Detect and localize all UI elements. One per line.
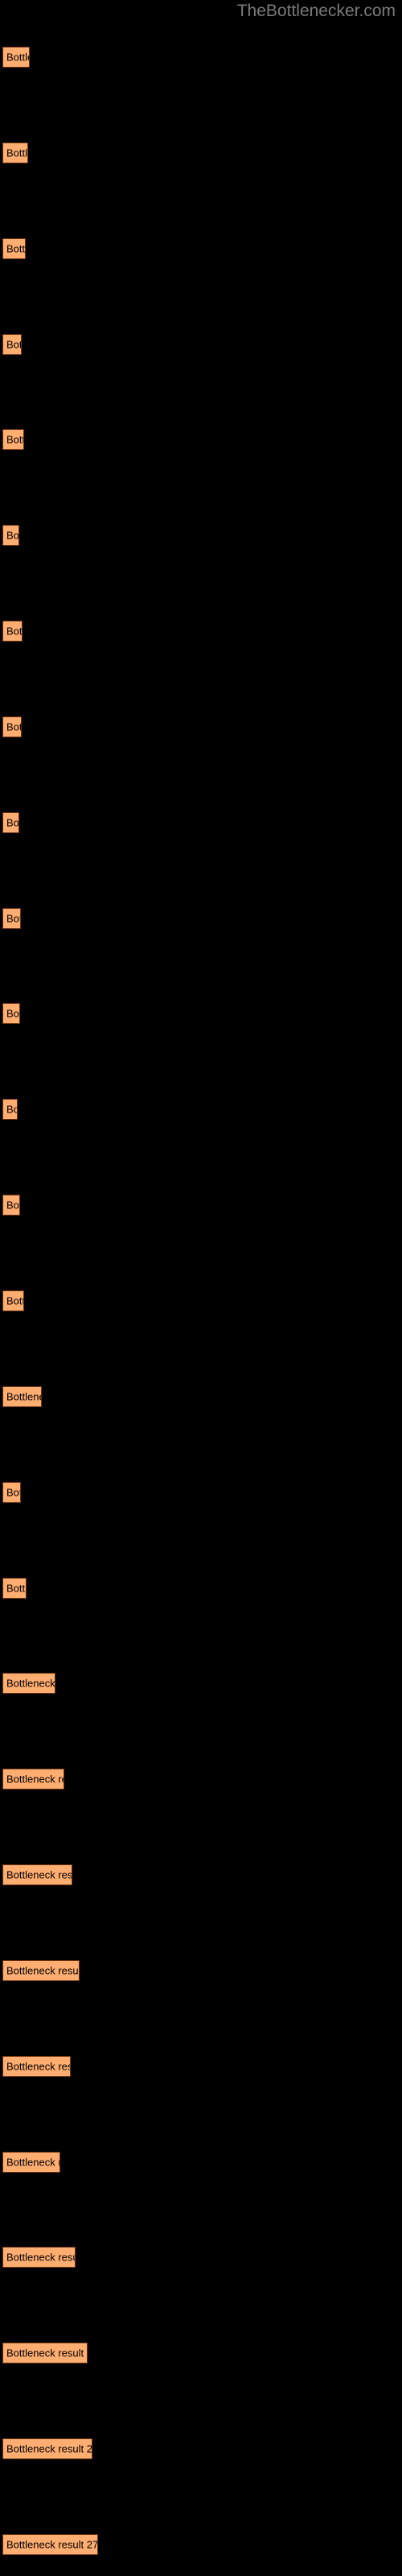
bar[interactable]: Bottleneck result 19 bbox=[2, 1769, 64, 1790]
bar-row: Bottleneck result 3 bbox=[0, 238, 402, 259]
bar-label: Bottleneck result 4 bbox=[6, 338, 21, 351]
bar-row: Bottleneck result 16 bbox=[0, 1482, 402, 1503]
bar-row: Bottleneck result 26 bbox=[0, 2438, 402, 2459]
bar-row: Bottleneck result 13 bbox=[0, 1195, 402, 1216]
bar-row: Bottleneck result 8 bbox=[0, 716, 402, 737]
bar-label: Bottleneck result 12 bbox=[6, 1103, 17, 1116]
bar[interactable]: Bottleneck result 4 bbox=[2, 334, 22, 355]
bar[interactable]: Bottleneck result 23 bbox=[2, 2152, 60, 2173]
bar-label: Bottleneck result 24 bbox=[6, 2251, 75, 2264]
bar-label: Bottleneck result 23 bbox=[6, 2156, 59, 2169]
bar[interactable]: Bottleneck result 26 bbox=[2, 2438, 92, 2459]
bar-label: Bottleneck result 8 bbox=[6, 720, 21, 733]
bar[interactable]: Bottleneck result 15 bbox=[2, 1386, 42, 1407]
bar-label: Bottleneck result 7 bbox=[6, 625, 23, 638]
bar[interactable]: Bottleneck result 16 bbox=[2, 1482, 21, 1503]
bar-label: Bottleneck result 5 bbox=[6, 433, 23, 446]
bar-label: Bottleneck result 16 bbox=[6, 1486, 20, 1499]
bar-row: Bottleneck result 22 bbox=[0, 2056, 402, 2077]
bar-label: Bottleneck result 15 bbox=[6, 1390, 41, 1403]
bar[interactable]: Bottleneck result 13 bbox=[2, 1195, 20, 1216]
bar-label: Bottleneck result 19 bbox=[6, 1773, 64, 1785]
bar-row: Bottleneck result 19 bbox=[0, 1769, 402, 1790]
bar-label: Bottleneck result 11 bbox=[6, 1007, 19, 1020]
bar[interactable]: Bottleneck result 27 bbox=[2, 2534, 98, 2555]
bar-row: Bottleneck result 25 bbox=[0, 2343, 402, 2363]
bar-label: Bottleneck result 1 bbox=[6, 51, 29, 64]
bar-row: Bottleneck result 14 bbox=[0, 1290, 402, 1311]
bar[interactable]: Bottleneck result 14 bbox=[2, 1290, 24, 1311]
bar-row: Bottleneck result 20 bbox=[0, 1864, 402, 1885]
bar[interactable]: Bottleneck result 10 bbox=[2, 908, 21, 929]
bar[interactable]: Bottleneck result 17 bbox=[2, 1578, 27, 1599]
bar-row: Bottleneck result 5 bbox=[0, 429, 402, 450]
bar[interactable]: Bottleneck result 2 bbox=[2, 142, 28, 163]
bar-row: Bottleneck result 27 bbox=[0, 2534, 402, 2555]
bar-label: Bottleneck result 14 bbox=[6, 1294, 23, 1307]
bar-label: Bottleneck result 2 bbox=[6, 147, 28, 159]
bar[interactable]: Bottleneck result 18 bbox=[2, 1673, 55, 1694]
bar-label: Bottleneck result 18 bbox=[6, 1677, 55, 1690]
bar-label: Bottleneck result 27 bbox=[6, 2538, 98, 2551]
bar[interactable]: Bottleneck result 7 bbox=[2, 621, 23, 642]
bar-label: Bottleneck result 13 bbox=[6, 1199, 19, 1212]
bar-row: Bottleneck result 11 bbox=[0, 1003, 402, 1024]
bar-label: Bottleneck result 10 bbox=[6, 912, 20, 925]
bar-label: Bottleneck result 25 bbox=[6, 2347, 87, 2359]
bar-label: Bottleneck result 17 bbox=[6, 1582, 27, 1595]
bar[interactable]: Bottleneck result 20 bbox=[2, 1864, 72, 1885]
bar-row: Bottleneck result 4 bbox=[0, 334, 402, 355]
bar-label: Bottleneck result 6 bbox=[6, 529, 19, 542]
bar-label: Bottleneck result 22 bbox=[6, 2060, 70, 2073]
bar[interactable]: Bottleneck result 22 bbox=[2, 2056, 71, 2077]
bar-row: Bottleneck result 1 bbox=[0, 47, 402, 68]
bar[interactable]: Bottleneck result 24 bbox=[2, 2247, 76, 2268]
bar-row: Bottleneck result 12 bbox=[0, 1099, 402, 1120]
bar[interactable]: Bottleneck result 9 bbox=[2, 812, 19, 833]
bar-label: Bottleneck result 20 bbox=[6, 1868, 72, 1881]
bar-row: Bottleneck result 2 bbox=[0, 142, 402, 163]
bar-row: Bottleneck result 6 bbox=[0, 525, 402, 546]
bar-label: Bottleneck result 3 bbox=[6, 242, 26, 255]
bar-row: Bottleneck result 10 bbox=[0, 908, 402, 929]
bar-row: Bottleneck result 21 bbox=[0, 1960, 402, 1981]
bar[interactable]: Bottleneck result 1 bbox=[2, 47, 30, 68]
bar[interactable]: Bottleneck result 6 bbox=[2, 525, 19, 546]
bar-row: Bottleneck result 18 bbox=[0, 1673, 402, 1694]
bar[interactable]: Bottleneck result 21 bbox=[2, 1960, 80, 1981]
bar[interactable]: Bottleneck result 3 bbox=[2, 238, 26, 259]
bar[interactable]: Bottleneck result 25 bbox=[2, 2343, 88, 2363]
bar[interactable]: Bottleneck result 8 bbox=[2, 716, 22, 737]
bar[interactable]: Bottleneck result 11 bbox=[2, 1003, 20, 1024]
bar-row: Bottleneck result 15 bbox=[0, 1386, 402, 1407]
bar-row: Bottleneck result 7 bbox=[0, 621, 402, 642]
bar-row: Bottleneck result 17 bbox=[0, 1578, 402, 1599]
bar-label: Bottleneck result 26 bbox=[6, 2442, 92, 2455]
bar[interactable]: Bottleneck result 12 bbox=[2, 1099, 18, 1120]
bar-label: Bottleneck result 21 bbox=[6, 1964, 79, 1977]
bar-label: Bottleneck result 9 bbox=[6, 816, 19, 829]
bar-chart-plot-area: Bottleneck result 1 Bottleneck result 2 Bo… bbox=[0, 0, 402, 2576]
bar-row: Bottleneck result 9 bbox=[0, 812, 402, 833]
bar[interactable]: Bottleneck result 5 bbox=[2, 429, 24, 450]
bar-row: Bottleneck result 23 bbox=[0, 2152, 402, 2173]
bar-row: Bottleneck result 24 bbox=[0, 2247, 402, 2268]
